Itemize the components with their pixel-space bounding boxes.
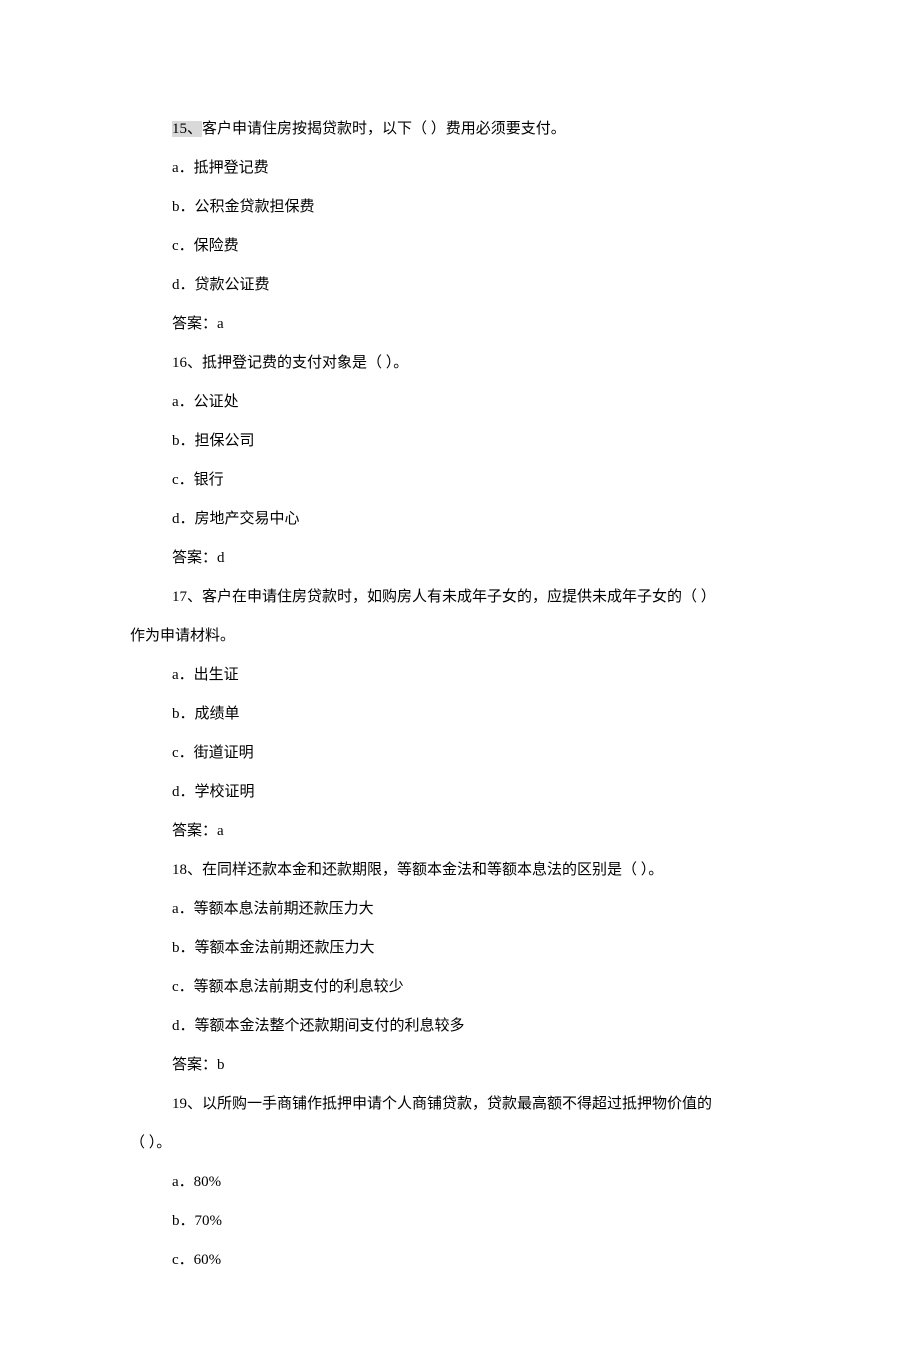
q19-option-a-text: a．80% bbox=[172, 1174, 221, 1190]
q15-stem: 15、客户申请住房按揭贷款时，以下（ ）费用必须要支付。 bbox=[130, 110, 800, 149]
q18-stem: 18、在同样还款本金和还款期限，等额本金法和等额本息法的区别是（ ）。 bbox=[130, 851, 800, 890]
q19-stem-line2: （ ）。 bbox=[130, 1124, 800, 1163]
q19-option-a: a．80% bbox=[130, 1163, 800, 1202]
q17-option-b: b．成绩单 bbox=[130, 695, 800, 734]
q15-option-a: a．抵押登记费 bbox=[130, 149, 800, 188]
q19-stem-line1: 19、以所购一手商铺作抵押申请个人商铺贷款，贷款最高额不得超过抵押物价值的 bbox=[130, 1085, 800, 1124]
q15-option-d: d．贷款公证费 bbox=[130, 266, 800, 305]
q16-option-b: b．担保公司 bbox=[130, 422, 800, 461]
q18-option-c: c．等额本息法前期支付的利息较少 bbox=[130, 968, 800, 1007]
q15-option-c: c．保险费 bbox=[130, 227, 800, 266]
q17-stem-line1: 17、客户在申请住房贷款时，如购房人有未成年子女的，应提供未成年子女的（ ） bbox=[130, 578, 800, 617]
q16-answer: 答案：d bbox=[130, 539, 800, 578]
q15-option-b: b．公积金贷款担保费 bbox=[130, 188, 800, 227]
q18-answer: 答案：b bbox=[130, 1046, 800, 1085]
q18-option-a: a．等额本息法前期还款压力大 bbox=[130, 890, 800, 929]
q15-answer: 答案：a bbox=[130, 305, 800, 344]
q18-option-d: d．等额本金法整个还款期间支付的利息较多 bbox=[130, 1007, 800, 1046]
q16-option-d: d．房地产交易中心 bbox=[130, 500, 800, 539]
q18-option-b: b．等额本金法前期还款压力大 bbox=[130, 929, 800, 968]
q17-answer: 答案：a bbox=[130, 812, 800, 851]
q19-option-c: c．60% bbox=[130, 1241, 800, 1280]
q16-stem: 16、抵押登记费的支付对象是（ ）。 bbox=[130, 344, 800, 383]
q17-option-d: d．学校证明 bbox=[130, 773, 800, 812]
q16-option-a: a．公证处 bbox=[130, 383, 800, 422]
q16-option-c: c．银行 bbox=[130, 461, 800, 500]
q15-stem-text: 客户申请住房按揭贷款时，以下（ ）费用必须要支付。 bbox=[202, 121, 566, 137]
q17-option-a: a．出生证 bbox=[130, 656, 800, 695]
q19-option-c-text: c．60% bbox=[172, 1252, 221, 1268]
q17-option-c: c．街道证明 bbox=[130, 734, 800, 773]
q19-option-b-text: b．70% bbox=[172, 1213, 222, 1229]
q19-option-b: b．70% bbox=[130, 1202, 800, 1241]
q15-number-highlight: 15、 bbox=[172, 121, 202, 137]
q17-stem-line2: 作为申请材料。 bbox=[130, 617, 800, 656]
document-page: 15、客户申请住房按揭贷款时，以下（ ）费用必须要支付。 a．抵押登记费 b．公… bbox=[0, 0, 920, 1360]
